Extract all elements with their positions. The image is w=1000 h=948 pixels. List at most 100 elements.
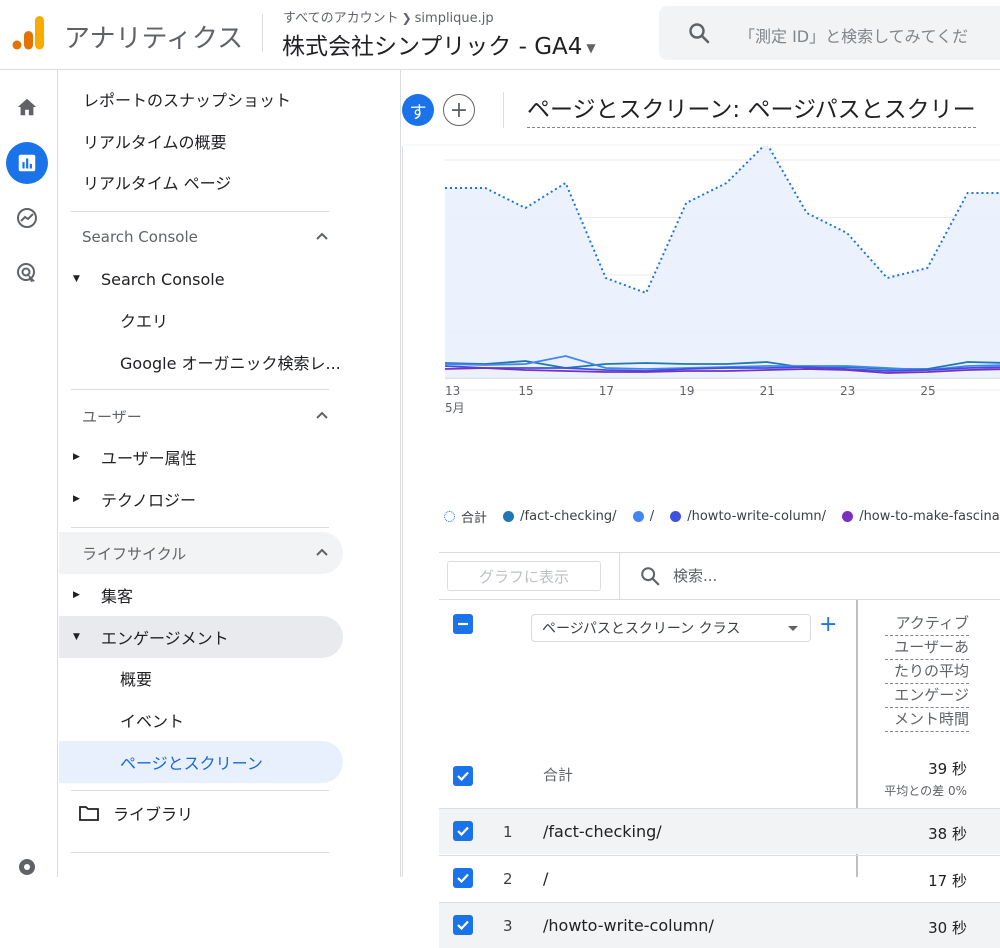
check-icon — [457, 771, 469, 782]
nav-item-label: エンゲージメント — [101, 629, 229, 648]
dimension-select[interactable]: ページパスとスクリーン クラス — [531, 614, 811, 642]
property-name: 株式会社シンプリック - GA4 — [282, 34, 583, 60]
legend-item-fact-checking[interactable]: /fact-checking/ — [503, 509, 617, 524]
nav-item-label: ライブラリ — [113, 805, 194, 824]
check-icon — [457, 920, 469, 931]
global-search-bar[interactable]: 「測定 ID」と検索してみてくだ — [659, 6, 1000, 60]
nav-item-label: ユーザー属性 — [101, 449, 197, 468]
nav-item-queries[interactable]: クエリ — [59, 299, 343, 341]
rail-reports[interactable] — [6, 142, 48, 184]
plot-rows-button[interactable]: グラフに表示 — [447, 561, 601, 591]
table-search-input[interactable]: 検索... — [673, 565, 717, 586]
nav-section-lifecycle[interactable]: ライフサイクル — [59, 532, 343, 574]
dimension-label: ページパスとスクリーン クラス — [542, 621, 741, 637]
nav-item-realtime-overview[interactable]: リアルタイムの概要 — [59, 120, 343, 162]
property-selector[interactable]: 株式会社シンプリック - GA4 ▼ — [282, 27, 596, 61]
account-name: simplique.jp — [414, 11, 494, 26]
nav-item-engagement-overview[interactable]: 概要 — [59, 657, 343, 699]
analytics-logo-icon[interactable] — [12, 14, 44, 50]
chevron-up-icon — [316, 232, 328, 240]
account-path: すべてのアカウント — [283, 11, 399, 26]
row-checkbox[interactable] — [453, 915, 473, 935]
row-checkbox[interactable] — [453, 821, 473, 841]
row-checkbox[interactable] — [453, 868, 473, 888]
metric-header-line: アクティブ — [885, 612, 969, 636]
legend-dot — [632, 511, 644, 522]
chevron-up-icon — [316, 411, 328, 419]
search-placeholder: 「測定 ID」と検索してみてくだ — [739, 27, 969, 46]
advertising-icon — [17, 263, 35, 282]
table-row[interactable]: 2 / 17 秒 — [439, 855, 1000, 901]
nav-item-events[interactable]: イベント — [59, 699, 343, 741]
caret-down-icon: ▼ — [73, 632, 80, 642]
nav-item-realtime-pages[interactable]: リアルタイム ページ — [59, 161, 343, 203]
nav-section-title: ライフサイクル — [82, 544, 187, 563]
x-tick-label: 23 — [840, 384, 856, 398]
legend-label: /how-to-make-fascinating- — [859, 509, 1000, 524]
reports-icon — [18, 154, 36, 172]
legend-item-root[interactable]: / — [632, 509, 654, 524]
data-table: ページパスとスクリーン クラス + アクティブ ユーザーあ たりの平均 エンゲー… — [439, 600, 1000, 948]
explore-icon — [17, 208, 37, 228]
table-row[interactable]: 3 /howto-write-column/ 30 秒 — [439, 902, 1000, 948]
row-path: /howto-write-column/ — [543, 916, 714, 935]
report-card: 13 15 17 19 21 23 25 5月 合計 /fact-checking/ / /h… — [402, 146, 1000, 948]
nav-item-google-organic[interactable]: Google オーガニック検索レ... — [59, 341, 343, 383]
add-dimension-button[interactable]: + — [819, 612, 837, 637]
x-tick-label: 13 — [445, 384, 461, 398]
rail-home[interactable] — [6, 86, 48, 128]
table-filter-row: グラフに表示 検索... — [439, 552, 1000, 600]
line-chart — [444, 146, 1000, 391]
table-row[interactable]: 1 /fact-checking/ 38 秒 — [439, 808, 1000, 854]
nav-divider — [71, 389, 329, 390]
chevron-up-icon — [316, 548, 328, 556]
nav-item-reports-snapshot[interactable]: レポートのスナップショット — [59, 78, 343, 120]
nav-item-demographics[interactable]: ▶ ユーザー属性 — [59, 436, 343, 478]
nav-item-engagement[interactable]: ▼ エンゲージメント — [59, 616, 343, 658]
nav-item-label: テクノロジー — [101, 491, 197, 510]
legend-label: /howto-write-column/ — [687, 509, 827, 524]
minus-icon — [458, 622, 468, 626]
comparison-avatar[interactable]: す — [402, 94, 434, 126]
row-value: 17 秒 — [928, 872, 967, 890]
rail-settings[interactable] — [6, 846, 48, 888]
add-comparison-button[interactable]: + — [443, 94, 475, 126]
x-tick-label: 17 — [598, 384, 615, 398]
nav-section-user[interactable]: ユーザー — [59, 395, 343, 437]
nav-section-search-console[interactable]: Search Console — [59, 216, 343, 258]
chart-legend: 合計 /fact-checking/ / /howto-write-column… — [444, 507, 1000, 526]
nav-divider — [71, 790, 329, 791]
nav-item-acquisition[interactable]: ▶ 集客 — [59, 574, 343, 616]
search-icon — [689, 23, 710, 44]
check-icon — [457, 873, 469, 884]
nav-item-pages-and-screens[interactable]: ページとスクリーン — [59, 741, 343, 783]
row-path: / — [543, 869, 549, 888]
caret-right-icon: ▶ — [73, 590, 80, 600]
rail-advertising[interactable] — [6, 252, 48, 294]
caret-right-icon: ▶ — [73, 494, 80, 504]
metric-column-header[interactable]: アクティブ ユーザーあ たりの平均 エンゲージ メント時間 — [885, 612, 969, 732]
nav-item-library[interactable]: ライブラリ — [59, 792, 343, 834]
row-value: 38 秒 — [928, 825, 967, 843]
series-area-total — [445, 146, 1000, 378]
nav-item-search-console[interactable]: ▼ Search Console — [59, 258, 343, 300]
left-rail — [0, 70, 58, 877]
metric-header-line: エンゲージ — [885, 684, 969, 708]
select-all-checkbox[interactable] — [453, 614, 473, 634]
row-rank: 1 — [503, 823, 513, 841]
nav-item-label: Search Console — [101, 269, 225, 289]
x-month-label: 5月 — [445, 401, 465, 415]
legend-item-how-to-make-fascinating[interactable]: /how-to-make-fascinating- — [842, 509, 1000, 524]
legend-item-total[interactable]: 合計 — [444, 507, 487, 526]
nav-item-technology[interactable]: ▶ テクノロジー — [59, 478, 343, 520]
page-title[interactable]: ページとスクリーン: ページパスとスクリー — [527, 90, 976, 128]
account-breadcrumb[interactable]: すべてのアカウント ❯ simplique.jp — [283, 7, 494, 26]
nav-divider — [71, 211, 329, 212]
caret-down-icon: ▼ — [73, 274, 80, 284]
home-icon — [17, 98, 37, 116]
filter-divider — [619, 553, 620, 599]
rail-explore[interactable] — [6, 197, 48, 239]
legend-item-howto-write-column[interactable]: /howto-write-column/ — [670, 509, 826, 524]
nav-item-label: 集客 — [101, 587, 134, 606]
total-checkbox[interactable] — [453, 766, 473, 786]
